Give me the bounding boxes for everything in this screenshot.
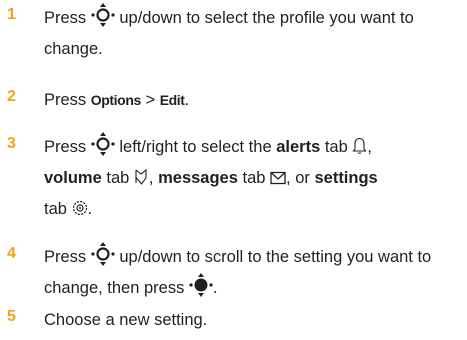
step-number: 5 xyxy=(7,308,16,325)
step-text: Choose a new setting. xyxy=(44,305,460,336)
step-number: 1 xyxy=(7,6,16,23)
settings-tab-label: settings xyxy=(314,169,378,187)
options-softkey-label: Options xyxy=(90,92,141,108)
step-text: Press up/down to select the profile you … xyxy=(44,3,460,65)
alerts-tab-label: alerts xyxy=(276,138,321,156)
edit-menu-label: Edit xyxy=(159,92,185,108)
step-text-part: , xyxy=(367,138,372,156)
nav-center-select-icon xyxy=(189,273,213,297)
step-text-part: , or xyxy=(286,169,310,187)
step-text-part: Choose a new setting. xyxy=(44,311,208,329)
step-number: 4 xyxy=(7,245,16,262)
step-text-part: tab xyxy=(106,169,130,187)
step-number: 2 xyxy=(7,88,16,105)
step-text-part: > xyxy=(145,91,156,109)
settings-gear-icon xyxy=(72,200,87,216)
step-text: Press left/right to select the alerts ta… xyxy=(44,132,460,225)
step-text-part: Press xyxy=(44,91,87,109)
nav-key-icon xyxy=(91,242,115,266)
volume-tab-label: volume xyxy=(44,169,102,187)
step-text-part: Press xyxy=(44,9,87,27)
step-text-part: Press xyxy=(44,138,87,156)
step-text-part: . xyxy=(87,200,93,218)
step-text-part: . xyxy=(184,91,190,109)
step-text: Press up/down to scroll to the setting y… xyxy=(44,242,460,304)
volume-icon xyxy=(135,168,147,185)
envelope-icon xyxy=(270,171,286,185)
messages-tab-label: messages xyxy=(158,169,238,187)
step-text-part: tab xyxy=(44,200,67,218)
step-text-part: . xyxy=(212,279,218,297)
nav-key-icon xyxy=(91,3,115,27)
step-text-part: , xyxy=(148,169,154,187)
step-text-part: Press xyxy=(44,248,87,266)
step-number: 3 xyxy=(7,135,16,152)
bell-alert-icon xyxy=(352,137,367,154)
step-text-part: tab xyxy=(242,169,266,187)
step-text: Press Options > Edit. xyxy=(44,85,460,116)
step-text-part: left/right to select the xyxy=(119,138,272,156)
nav-key-icon xyxy=(91,132,115,156)
step-text-part: tab xyxy=(324,138,348,156)
